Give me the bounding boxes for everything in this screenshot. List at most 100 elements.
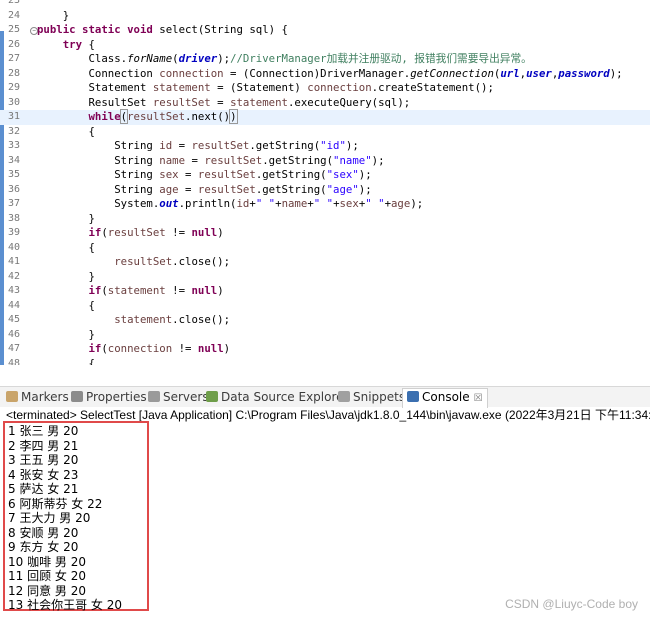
line-number: 42 [8, 270, 21, 282]
code-line[interactable]: 44 { [0, 299, 650, 314]
code-line[interactable]: 30 ResultSet resultSet = statement.execu… [0, 96, 650, 111]
line-number: 39 [8, 227, 21, 238]
code-line[interactable]: 42 } [0, 270, 650, 285]
line-number: 47 [8, 343, 21, 354]
code-line[interactable]: 24 } [0, 9, 650, 24]
code-line[interactable]: 36 String age = resultSet.getString("age… [0, 183, 650, 198]
tab-properties[interactable]: Properties [71, 389, 147, 406]
console-line: 4 张安 女 23 [8, 467, 79, 482]
code-text: Connection connection = (Connection)Driv… [37, 66, 623, 80]
tab-label: Data Source Explorer [221, 390, 349, 404]
line-number: 27 [8, 53, 21, 64]
line-number: 36 [8, 183, 21, 195]
servers-icon [148, 391, 160, 402]
code-line[interactable]: 29 Statement statement = (Statement) con… [0, 81, 650, 96]
markers-icon [6, 391, 18, 402]
close-icon[interactable]: ☒ [474, 393, 483, 404]
properties-icon [71, 391, 83, 402]
line-number: 38 [8, 212, 21, 224]
console-line: 2 李四 男 21 [8, 438, 79, 453]
code-line[interactable]: 26 try { [0, 38, 650, 53]
line-number: 28 [8, 67, 21, 79]
tab-label: Console [422, 390, 470, 404]
code-line[interactable]: 33 String id = resultSet.getString("id")… [0, 139, 650, 154]
code-text: } [37, 327, 95, 341]
line-number: 43 [8, 285, 21, 296]
console-line: 7 王大力 男 20 [8, 511, 91, 525]
code-line[interactable]: 47 if(connection != null) [0, 342, 650, 357]
console-line: 13 社会你王哥 女 20 [8, 598, 122, 612]
line-number: 31 [8, 111, 21, 122]
line-number: 33 [8, 140, 21, 151]
console-line: 8 安顺 男 20 [8, 525, 79, 540]
code-text: String age = resultSet.getString("age"); [37, 182, 372, 196]
data-source-icon [206, 391, 218, 402]
tab-snippets[interactable]: Snippets [338, 389, 405, 406]
code-line[interactable]: 31 while(resultSet.next()) [0, 109, 650, 125]
code-text: String name = resultSet.getString("name"… [37, 153, 385, 167]
code-text: String sex = resultSet.getString("sex"); [37, 168, 372, 181]
code-line[interactable]: 34 String name = resultSet.getString("na… [0, 154, 650, 169]
code-text: public static void select(String sql) { [37, 23, 288, 36]
panel-tab-bar: Markers Properties Servers Data Source Expl… [0, 386, 650, 408]
code-text: { [37, 124, 95, 138]
code-text: resultSet.close(); [114, 255, 231, 268]
code-line[interactable]: 37 System.out.println(id+" "+name+" "+se… [0, 197, 650, 212]
console-line: 3 王五 男 20 [8, 453, 79, 467]
code-line[interactable]: 48 { [0, 357, 650, 366]
tab-label: Properties [86, 390, 147, 404]
code-line[interactable]: 40 { [0, 241, 650, 256]
line-number: 48 [8, 357, 21, 366]
line-number: 40 [8, 241, 21, 253]
code-text: if(resultSet != null) [88, 226, 224, 239]
code-text: if(connection != null) [88, 342, 231, 355]
code-text: String id = resultSet.getString("id"); [37, 139, 359, 152]
line-number: 32 [8, 125, 21, 137]
console-line: 9 东方 女 20 [8, 540, 79, 554]
tab-markers[interactable]: Markers [6, 389, 69, 406]
code-editor[interactable]: 23 24 } 25− public static void select(Strin… [0, 0, 650, 365]
code-text: try { [62, 37, 95, 51]
watermark: CSDN @Liuyc-Code boy [505, 597, 638, 611]
console-line: 11 回顾 女 20 [8, 569, 86, 583]
code-line[interactable]: 25− public static void select(String sql)… [0, 23, 650, 38]
code-line[interactable]: 35 String sex = resultSet.getString("sex… [0, 168, 650, 183]
console-line: 10 咖啡 男 20 [8, 554, 86, 569]
tab-console[interactable]: Console ☒ [402, 388, 488, 408]
code-line[interactable]: 27 Class.forName(driver);//DriverManager… [0, 52, 650, 67]
console-line: 1 张三 男 20 [8, 424, 79, 438]
code-text: statement.close(); [114, 313, 231, 326]
code-line[interactable]: 41 resultSet.close(); [0, 255, 650, 270]
line-number: 24 [8, 9, 21, 21]
line-number: 46 [8, 328, 21, 340]
code-text: } [37, 8, 70, 22]
code-text: { [37, 356, 95, 366]
code-text: { [37, 240, 95, 254]
code-text: ResultSet resultSet = statement.executeQ… [37, 95, 411, 109]
line-number: 44 [8, 299, 21, 311]
line-number: 34 [8, 154, 21, 166]
line-number: 45 [8, 314, 21, 325]
console-line: 6 阿斯蒂芬 女 22 [8, 496, 103, 511]
code-text: Statement statement = (Statement) connec… [37, 81, 494, 94]
code-line[interactable]: 45 statement.close(); [0, 313, 650, 328]
code-line[interactable]: 38 } [0, 212, 650, 227]
tab-servers[interactable]: Servers [148, 389, 209, 406]
code-text: Class.forName(driver);//DriverManager加载并… [37, 52, 532, 65]
console-icon [407, 391, 419, 402]
code-line[interactable]: 23 [0, 0, 650, 9]
code-line[interactable]: 46 } [0, 328, 650, 343]
tab-data-source-explorer[interactable]: Data Source Explorer [206, 389, 348, 406]
console-line: 5 萨达 女 21 [8, 482, 79, 496]
code-line[interactable]: 39 if(resultSet != null) [0, 226, 650, 241]
snippets-icon [338, 391, 350, 402]
line-number: 23 [8, 0, 21, 6]
tab-label: Markers [21, 390, 69, 404]
code-line[interactable]: 32 { [0, 125, 650, 140]
code-text: { [37, 298, 95, 312]
code-line[interactable]: 43 if(statement != null) [0, 284, 650, 299]
code-text: while(resultSet.next()) [88, 109, 238, 124]
line-number: 29 [8, 82, 21, 93]
code-line[interactable]: 28 Connection connection = (Connection)D… [0, 67, 650, 82]
console-output[interactable]: 1 张三 男 20 2 李四 男 21 3 王五 男 20 4 张安 女 23 5 萨达… [3, 421, 149, 612]
